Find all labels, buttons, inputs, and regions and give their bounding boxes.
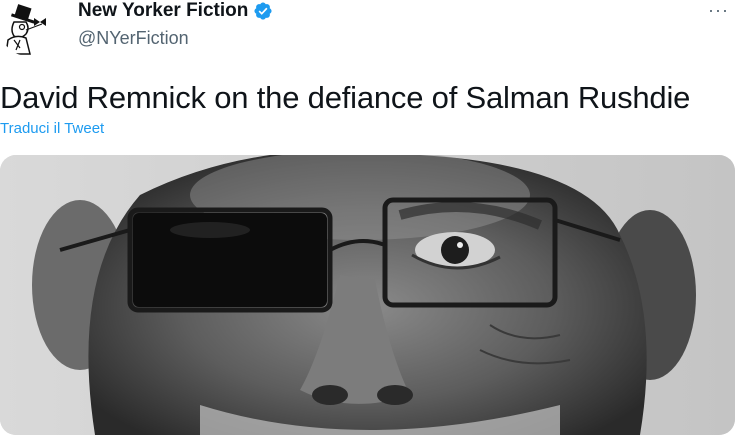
tweet-media-photo[interactable] [0, 155, 735, 435]
more-options-button[interactable]: ··· [708, 0, 729, 21]
portrait-photo [0, 155, 735, 435]
more-horizontal-icon: ··· [708, 0, 729, 20]
newyorker-logo-icon [0, 0, 56, 56]
verified-badge-icon [254, 2, 272, 20]
tweet-header: New Yorker Fiction @NYerFiction [78, 0, 273, 49]
handle[interactable]: @NYerFiction [78, 27, 273, 49]
display-name-text[interactable]: New Yorker Fiction [78, 0, 248, 22]
translate-tweet-link[interactable]: Traduci il Tweet [0, 120, 104, 137]
avatar[interactable] [0, 0, 56, 56]
tweet-text: David Remnick on the defiance of Salman … [0, 80, 691, 115]
display-name[interactable]: New Yorker Fiction [78, 0, 273, 22]
